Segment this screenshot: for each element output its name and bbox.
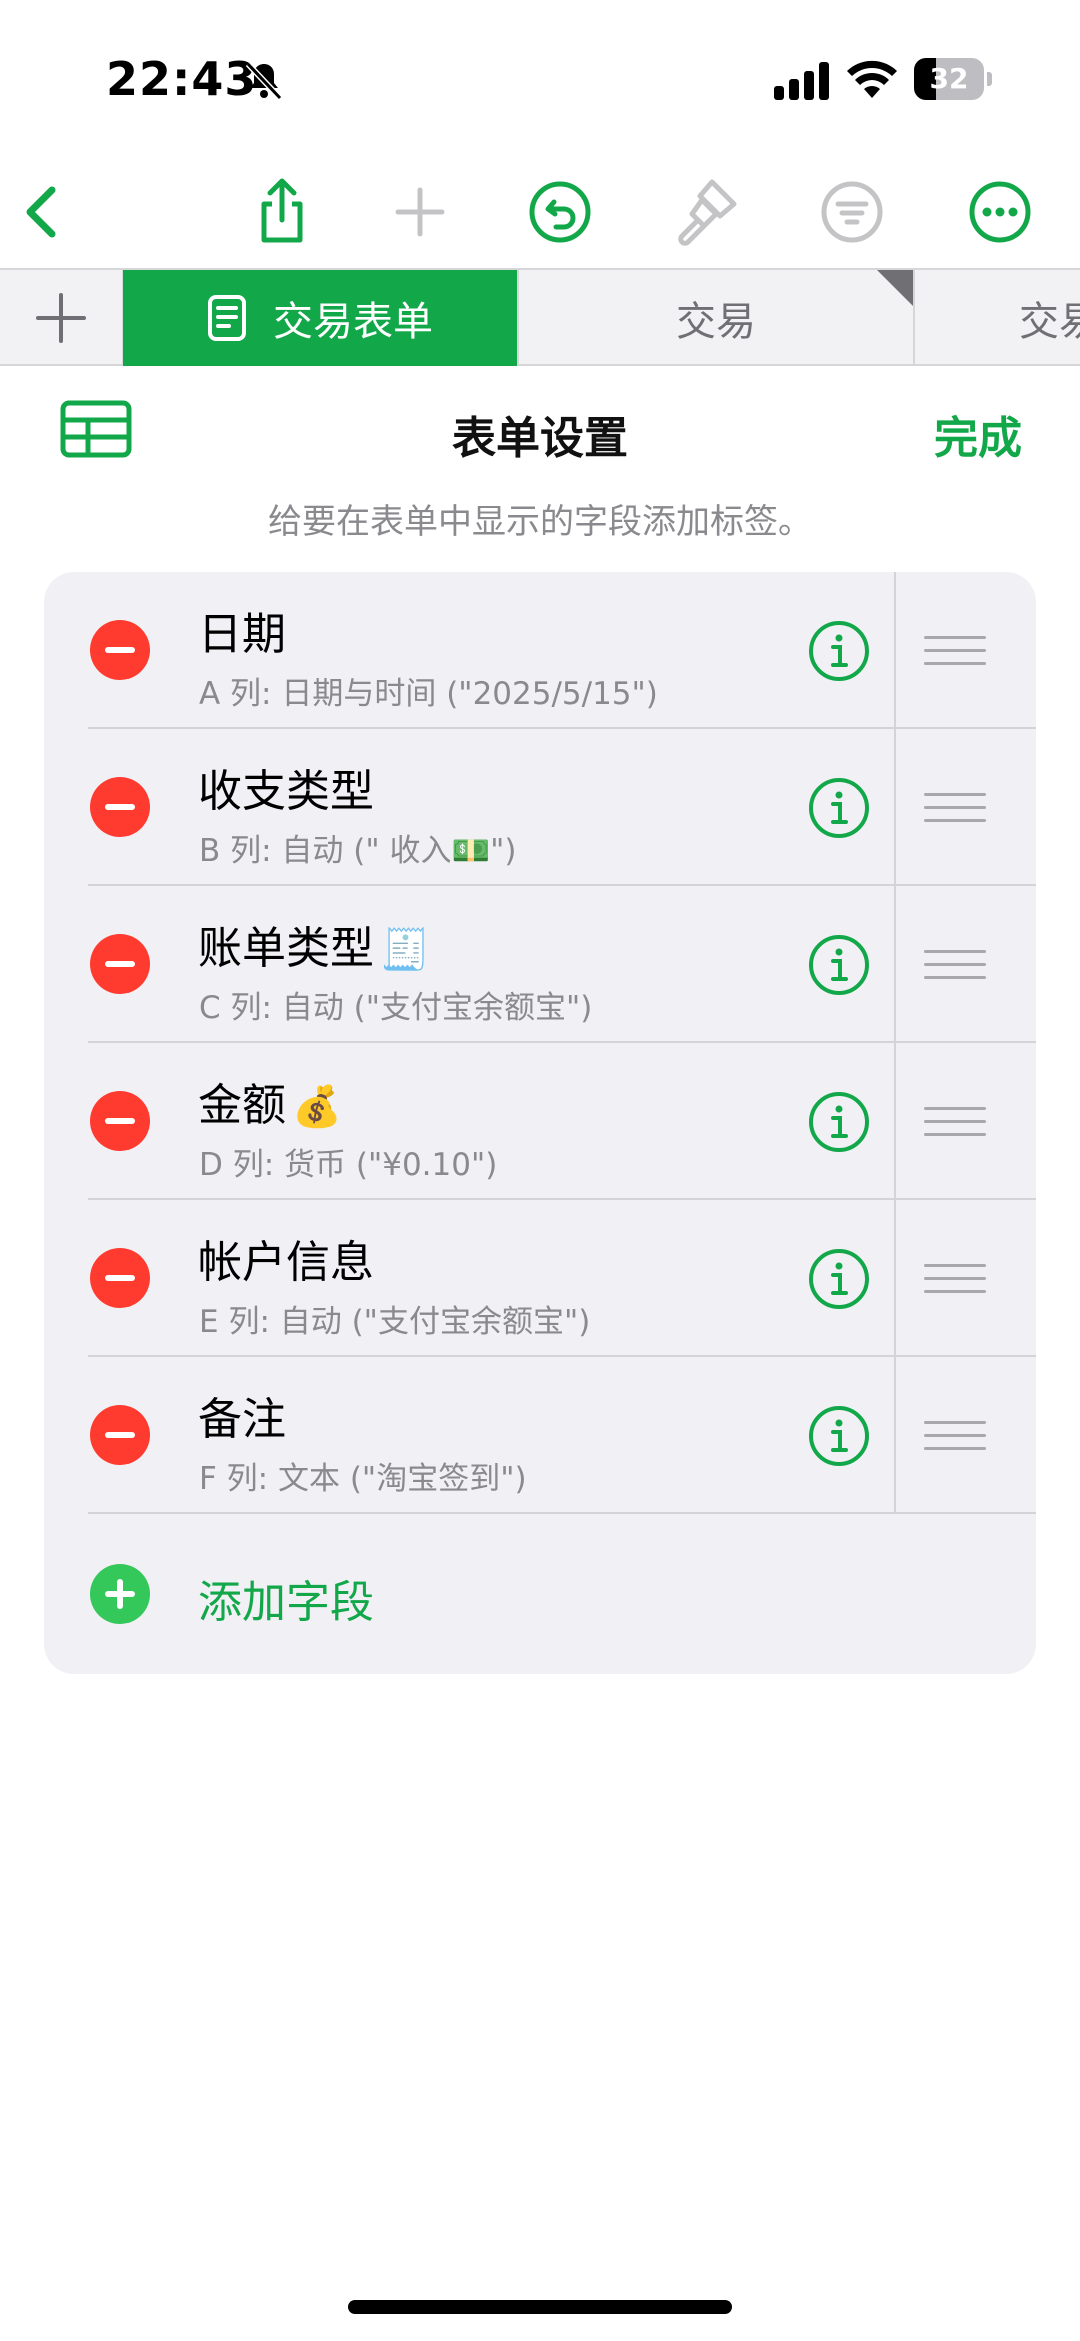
tab-transactions-2[interactable]: 交易	[915, 270, 1080, 366]
more-icon	[969, 181, 1031, 243]
add-button[interactable]	[380, 172, 460, 252]
info-icon[interactable]	[808, 777, 870, 839]
field-row: 备注 F 列: 文本 ("淘宝签到")	[44, 1357, 1036, 1514]
delete-field-button[interactable]	[90, 1248, 150, 1308]
info-icon[interactable]	[808, 620, 870, 682]
status-time: 22:43	[106, 52, 258, 106]
field-name: 金额	[198, 1080, 286, 1131]
tab-menu-indicator	[877, 270, 913, 306]
add-icon	[36, 293, 86, 343]
home-indicator[interactable]	[348, 2300, 732, 2314]
delete-field-button[interactable]	[90, 1405, 150, 1465]
field-name: 帐户信息	[198, 1237, 374, 1288]
add-icon	[395, 187, 445, 237]
bell-slash-icon	[245, 61, 283, 101]
done-button[interactable]: 完成	[934, 402, 1022, 466]
field-name: 收支类型	[198, 766, 374, 817]
add-field-icon[interactable]	[90, 1564, 150, 1624]
delete-field-button[interactable]	[90, 777, 150, 837]
info-icon[interactable]	[808, 1405, 870, 1467]
fields-list: 日期 A 列: 日期与时间 ("2025/5/15") 收支类型 B 列: 自动…	[44, 572, 1036, 1674]
reorder-handle-icon[interactable]	[924, 636, 986, 666]
page-title: 表单设置	[452, 413, 628, 464]
undo-icon	[529, 181, 591, 243]
reorder-handle-icon[interactable]	[924, 1421, 986, 1451]
field-description: C 列: 自动 ("支付宝余额宝")	[199, 990, 593, 1026]
add-field-label[interactable]: 添加字段	[198, 1566, 374, 1630]
more-button[interactable]	[960, 172, 1040, 252]
tab-label: 交易	[1019, 299, 1080, 345]
delete-field-button[interactable]	[90, 934, 150, 994]
delete-field-button[interactable]	[90, 620, 150, 680]
info-icon[interactable]	[808, 1248, 870, 1310]
reorder-handle-icon[interactable]	[924, 950, 986, 980]
wifi-icon	[847, 60, 897, 98]
add-field-row[interactable]: 添加字段	[44, 1514, 1036, 1674]
filter-icon	[821, 181, 883, 243]
delete-field-button[interactable]	[90, 1091, 150, 1151]
field-description: F 列: 文本 ("淘宝签到")	[199, 1461, 527, 1497]
share-icon	[261, 178, 303, 243]
field-name: 日期	[198, 609, 286, 660]
tab-transactions[interactable]: 交易	[519, 270, 915, 366]
reorder-handle-icon[interactable]	[924, 1264, 986, 1294]
status-bar: 22:43 32	[0, 0, 1080, 150]
format-brush-icon	[678, 179, 737, 246]
undo-button[interactable]	[520, 172, 600, 252]
signal-icon	[774, 62, 829, 100]
back-button[interactable]	[2, 172, 82, 252]
field-name: 账单类型	[198, 923, 374, 974]
info-icon[interactable]	[808, 934, 870, 996]
field-row: 帐户信息 E 列: 自动 ("支付宝余额宝")	[44, 1200, 1036, 1357]
back-chevron-icon	[26, 186, 56, 238]
battery-icon: 32	[914, 58, 992, 100]
field-description: A 列: 日期与时间 ("2025/5/15")	[199, 676, 658, 712]
tab-label: 交易	[676, 299, 756, 345]
field-row: 账单类型 🧾 C 列: 自动 ("支付宝余额宝")	[44, 886, 1036, 1043]
field-row: 收支类型 B 列: 自动 (" 收入💵")	[44, 729, 1036, 886]
money-bag-icon: 💰	[292, 1084, 342, 1130]
field-description: E 列: 自动 ("支付宝余额宝")	[199, 1304, 591, 1340]
toolbar	[0, 160, 1080, 270]
form-settings-header: 表单设置 完成	[0, 366, 1080, 496]
share-button[interactable]	[242, 172, 322, 252]
tab-label: 交易表单	[273, 299, 433, 345]
filter-button[interactable]	[812, 172, 892, 252]
reorder-handle-icon[interactable]	[924, 793, 986, 823]
format-brush-button[interactable]	[666, 172, 746, 252]
add-sheet-button[interactable]	[0, 270, 123, 366]
sheet-tab-bar: 交易表单 交易 交易	[0, 268, 1080, 366]
tab-form[interactable]: 交易表单	[123, 270, 519, 366]
battery-percent: 32	[929, 62, 969, 95]
field-description: B 列: 自动 (" 收入💵")	[199, 833, 517, 869]
field-row: 金额 💰 D 列: 货币 ("¥0.10")	[44, 1043, 1036, 1200]
field-row: 日期 A 列: 日期与时间 ("2025/5/15")	[44, 572, 1036, 729]
receipt-icon: 🧾	[380, 927, 430, 973]
reorder-handle-icon[interactable]	[924, 1107, 986, 1137]
hint-text: 给要在表单中显示的字段添加标签。	[268, 502, 812, 542]
form-document-icon	[208, 295, 246, 341]
info-icon[interactable]	[808, 1091, 870, 1153]
field-name: 备注	[198, 1394, 286, 1445]
field-description: D 列: 货币 ("¥0.10")	[199, 1147, 498, 1183]
